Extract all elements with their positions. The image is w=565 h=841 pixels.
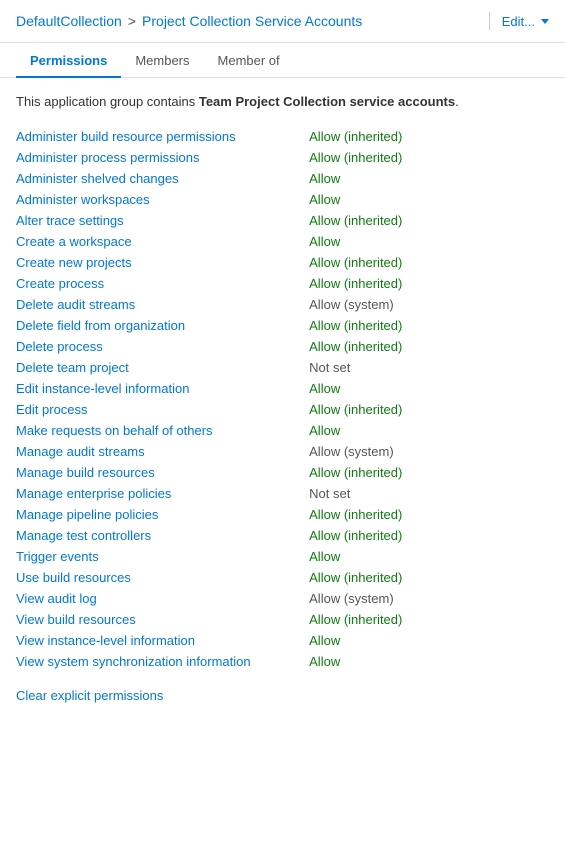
table-row: Alter trace settingsAllow (inherited) [16,210,549,231]
breadcrumb-separator: > [128,13,136,29]
permission-name[interactable]: Delete field from organization [16,315,309,336]
header: DefaultCollection > Project Collection S… [0,0,565,43]
table-row: Manage test controllersAllow (inherited) [16,525,549,546]
table-row: Edit instance-level informationAllow [16,378,549,399]
edit-label: Edit... [502,14,535,29]
permission-name[interactable]: Create new projects [16,252,309,273]
table-row: Manage build resourcesAllow (inherited) [16,462,549,483]
table-row: Delete team projectNot set [16,357,549,378]
table-row: Use build resourcesAllow (inherited) [16,567,549,588]
permission-value: Not set [309,357,549,378]
tab-permissions[interactable]: Permissions [16,43,121,78]
header-divider [489,12,490,30]
permission-value: Allow (system) [309,588,549,609]
permission-name[interactable]: Administer process permissions [16,147,309,168]
table-row: Edit processAllow (inherited) [16,399,549,420]
permission-name[interactable]: View build resources [16,609,309,630]
permission-value: Not set [309,483,549,504]
permission-value: Allow (inherited) [309,567,549,588]
permission-name[interactable]: Alter trace settings [16,210,309,231]
permission-name[interactable]: Delete team project [16,357,309,378]
permission-value: Allow (inherited) [309,147,549,168]
permission-value: Allow [309,651,549,672]
permission-name[interactable]: Edit process [16,399,309,420]
tab-members[interactable]: Members [121,43,203,78]
permission-value: Allow [309,231,549,252]
permission-name[interactable]: View instance-level information [16,630,309,651]
permission-value: Allow (inherited) [309,210,549,231]
permission-value: Allow (inherited) [309,399,549,420]
permission-name[interactable]: Manage pipeline policies [16,504,309,525]
permission-name[interactable]: Use build resources [16,567,309,588]
permission-value: Allow [309,378,549,399]
table-row: View instance-level informationAllow [16,630,549,651]
permission-name[interactable]: Create a workspace [16,231,309,252]
table-row: Create a workspaceAllow [16,231,549,252]
permission-name[interactable]: Make requests on behalf of others [16,420,309,441]
table-row: Administer workspacesAllow [16,189,549,210]
main-content: This application group contains Team Pro… [0,78,565,723]
table-row: View system synchronization informationA… [16,651,549,672]
permission-value: Allow (inherited) [309,336,549,357]
permission-name[interactable]: Administer build resource permissions [16,126,309,147]
chevron-down-icon [541,19,549,24]
permission-name[interactable]: Manage build resources [16,462,309,483]
permission-name[interactable]: Administer workspaces [16,189,309,210]
permission-value: Allow (inherited) [309,126,549,147]
permission-value: Allow (system) [309,441,549,462]
permission-value: Allow (inherited) [309,315,549,336]
permission-name[interactable]: Create process [16,273,309,294]
description-highlight: Team Project Collection service accounts [199,94,455,109]
permission-value: Allow [309,546,549,567]
table-row: Administer shelved changesAllow [16,168,549,189]
permission-name[interactable]: Delete audit streams [16,294,309,315]
permission-value: Allow [309,630,549,651]
table-row: Create processAllow (inherited) [16,273,549,294]
permission-value: Allow (system) [309,294,549,315]
table-row: Delete processAllow (inherited) [16,336,549,357]
table-row: Manage audit streamsAllow (system) [16,441,549,462]
table-row: Delete field from organizationAllow (inh… [16,315,549,336]
permission-value: Allow (inherited) [309,462,549,483]
permission-value: Allow [309,189,549,210]
permissions-table: Administer build resource permissionsAll… [16,126,549,672]
table-row: Manage enterprise policiesNot set [16,483,549,504]
permission-name[interactable]: View system synchronization information [16,651,309,672]
permission-name[interactable]: Edit instance-level information [16,378,309,399]
permission-value: Allow (inherited) [309,609,549,630]
permission-name[interactable]: Delete process [16,336,309,357]
description: This application group contains Team Pro… [16,92,549,112]
table-row: View build resourcesAllow (inherited) [16,609,549,630]
table-row: Manage pipeline policiesAllow (inherited… [16,504,549,525]
table-row: Make requests on behalf of othersAllow [16,420,549,441]
table-row: Administer build resource permissionsAll… [16,126,549,147]
breadcrumb: DefaultCollection > Project Collection S… [16,13,477,29]
permission-value: Allow (inherited) [309,525,549,546]
clear-explicit-permissions-link[interactable]: Clear explicit permissions [16,688,163,703]
permission-name[interactable]: View audit log [16,588,309,609]
edit-button[interactable]: Edit... [502,14,549,29]
permission-value: Allow (inherited) [309,504,549,525]
table-row: View audit logAllow (system) [16,588,549,609]
table-row: Trigger eventsAllow [16,546,549,567]
permission-name[interactable]: Manage audit streams [16,441,309,462]
permission-value: Allow [309,420,549,441]
permission-name[interactable]: Manage test controllers [16,525,309,546]
tabs-bar: Permissions Members Member of [0,43,565,78]
table-row: Delete audit streamsAllow (system) [16,294,549,315]
permission-name[interactable]: Trigger events [16,546,309,567]
permission-value: Allow (inherited) [309,273,549,294]
table-row: Administer process permissionsAllow (inh… [16,147,549,168]
tab-member-of[interactable]: Member of [204,43,294,78]
table-row: Create new projectsAllow (inherited) [16,252,549,273]
breadcrumb-page: Project Collection Service Accounts [142,13,362,29]
permission-value: Allow [309,168,549,189]
breadcrumb-collection[interactable]: DefaultCollection [16,13,122,29]
permission-value: Allow (inherited) [309,252,549,273]
permission-name[interactable]: Manage enterprise policies [16,483,309,504]
permission-name[interactable]: Administer shelved changes [16,168,309,189]
